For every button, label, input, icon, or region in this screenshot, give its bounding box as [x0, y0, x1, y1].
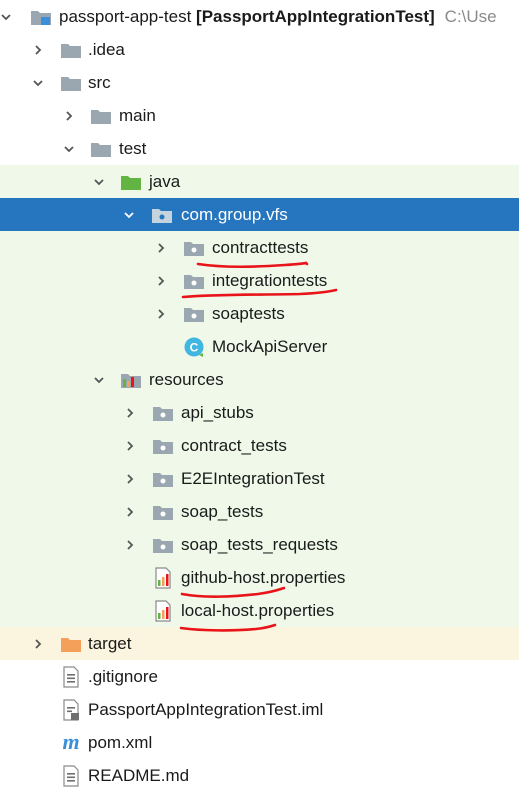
folder-icon: [60, 33, 82, 66]
tree-row-root[interactable]: passport-app-test [PassportAppIntegratio…: [0, 0, 519, 33]
module-folder-icon: [30, 0, 52, 33]
tree-row-resources[interactable]: resources: [0, 363, 519, 396]
chevron-right-icon[interactable]: [30, 33, 46, 66]
tree-row-integrationtests[interactable]: integrationtests: [0, 264, 519, 297]
tree-item-label: main: [119, 106, 156, 125]
tree-row-soaptests[interactable]: soaptests: [0, 297, 519, 330]
tree-row-main[interactable]: main: [0, 99, 519, 132]
chevron-down-icon[interactable]: [91, 363, 107, 396]
tree-item-label: pom.xml: [88, 733, 153, 752]
chevron-right-icon[interactable]: [122, 495, 138, 528]
tree-item-label: src: [88, 73, 111, 92]
chevron-right-icon[interactable]: [61, 99, 77, 132]
package-icon: [152, 396, 174, 429]
tree-item-label: test: [119, 139, 147, 158]
tree-item-label: com.group.vfs: [181, 205, 288, 224]
tree-item-label: local-host.properties: [181, 601, 335, 620]
tree-item-label: E2EIntegrationTest: [181, 469, 325, 488]
text-file-icon: [60, 660, 82, 693]
tree-row-readme[interactable]: README.md: [0, 759, 519, 792]
tree-row-src[interactable]: src: [0, 66, 519, 99]
chevron-right-icon[interactable]: [122, 396, 138, 429]
package-icon: [152, 495, 174, 528]
excluded-folder-icon: [60, 627, 82, 660]
module-file-icon: [60, 693, 82, 726]
tree-item-label: contract_tests: [181, 436, 287, 455]
folder-icon: [60, 66, 82, 99]
class-badge: C: [190, 340, 199, 354]
tree-item-label: MockApiServer: [212, 337, 328, 356]
chevron-down-icon[interactable]: [0, 0, 14, 33]
package-icon: [152, 528, 174, 561]
tree-item-label: soap_tests: [181, 502, 264, 521]
tree-row-pom[interactable]: m pom.xml: [0, 726, 519, 759]
chevron-right-icon[interactable]: [153, 231, 169, 264]
java-class-icon: C: [183, 330, 205, 363]
tree-row-local-properties[interactable]: local-host.properties: [0, 594, 519, 627]
tree-row-contracttests[interactable]: contracttests: [0, 231, 519, 264]
chevron-down-icon[interactable]: [121, 198, 137, 231]
tree-item-label: PassportAppIntegrationTest.iml: [88, 700, 324, 719]
tree-row-target[interactable]: target: [0, 627, 519, 660]
tree-row-api-stubs[interactable]: api_stubs: [0, 396, 519, 429]
chevron-right-icon[interactable]: [122, 462, 138, 495]
tree-item-label: integrationtests: [212, 271, 328, 290]
tree-item-label: api_stubs: [181, 403, 254, 422]
package-icon: [183, 297, 205, 330]
tree-item-label: soaptests: [212, 304, 285, 323]
chevron-right-icon[interactable]: [153, 264, 169, 297]
properties-file-icon: [152, 594, 174, 627]
package-icon: [151, 198, 173, 231]
tree-item-label: resources: [149, 370, 224, 389]
tree-item-label: README.md: [88, 766, 190, 785]
tree-row-e2e[interactable]: E2EIntegrationTest: [0, 462, 519, 495]
tree-item-label: .gitignore: [88, 667, 158, 686]
root-label: passport-app-test [PassportAppIntegratio…: [59, 7, 497, 26]
package-icon: [183, 264, 205, 297]
tree-row-iml[interactable]: PassportAppIntegrationTest.iml: [0, 693, 519, 726]
chevron-down-icon[interactable]: [61, 132, 77, 165]
chevron-down-icon[interactable]: [30, 66, 46, 99]
tree-row-java[interactable]: java: [0, 165, 519, 198]
chevron-down-icon[interactable]: [91, 165, 107, 198]
text-file-icon: [60, 759, 82, 792]
test-source-folder-icon: [120, 165, 142, 198]
chevron-right-icon[interactable]: [30, 627, 46, 660]
tree-row-soap-tests[interactable]: soap_tests: [0, 495, 519, 528]
tree-item-label: soap_tests_requests: [181, 535, 338, 554]
project-tree: passport-app-test [PassportAppIntegratio…: [0, 0, 519, 798]
tree-row-package-selected[interactable]: com.group.vfs: [0, 198, 519, 231]
tree-item-label: java: [149, 172, 181, 191]
tree-row-test[interactable]: test: [0, 132, 519, 165]
folder-icon: [90, 132, 112, 165]
tree-row-mockapiserver[interactable]: C MockApiServer: [0, 330, 519, 363]
chevron-right-icon[interactable]: [153, 297, 169, 330]
chevron-right-icon[interactable]: [122, 429, 138, 462]
tree-row-soap-tests-requests[interactable]: soap_tests_requests: [0, 528, 519, 561]
tree-item-label: github-host.properties: [181, 568, 346, 587]
tree-item-label: target: [88, 634, 132, 653]
tree-row-contract-tests[interactable]: contract_tests: [0, 429, 519, 462]
test-resources-folder-icon: [120, 363, 142, 396]
folder-icon: [90, 99, 112, 132]
chevron-right-icon[interactable]: [122, 528, 138, 561]
package-icon: [152, 462, 174, 495]
properties-file-icon: [152, 561, 174, 594]
pom-badge: m: [62, 732, 79, 754]
tree-item-label: contracttests: [212, 238, 309, 257]
tree-item-label: .idea: [88, 40, 125, 59]
tree-row-github-properties[interactable]: github-host.properties: [0, 561, 519, 594]
package-icon: [152, 429, 174, 462]
maven-pom-icon: m: [60, 726, 82, 759]
package-icon: [183, 231, 205, 264]
tree-row-idea[interactable]: .idea: [0, 33, 519, 66]
tree-row-gitignore[interactable]: .gitignore: [0, 660, 519, 693]
